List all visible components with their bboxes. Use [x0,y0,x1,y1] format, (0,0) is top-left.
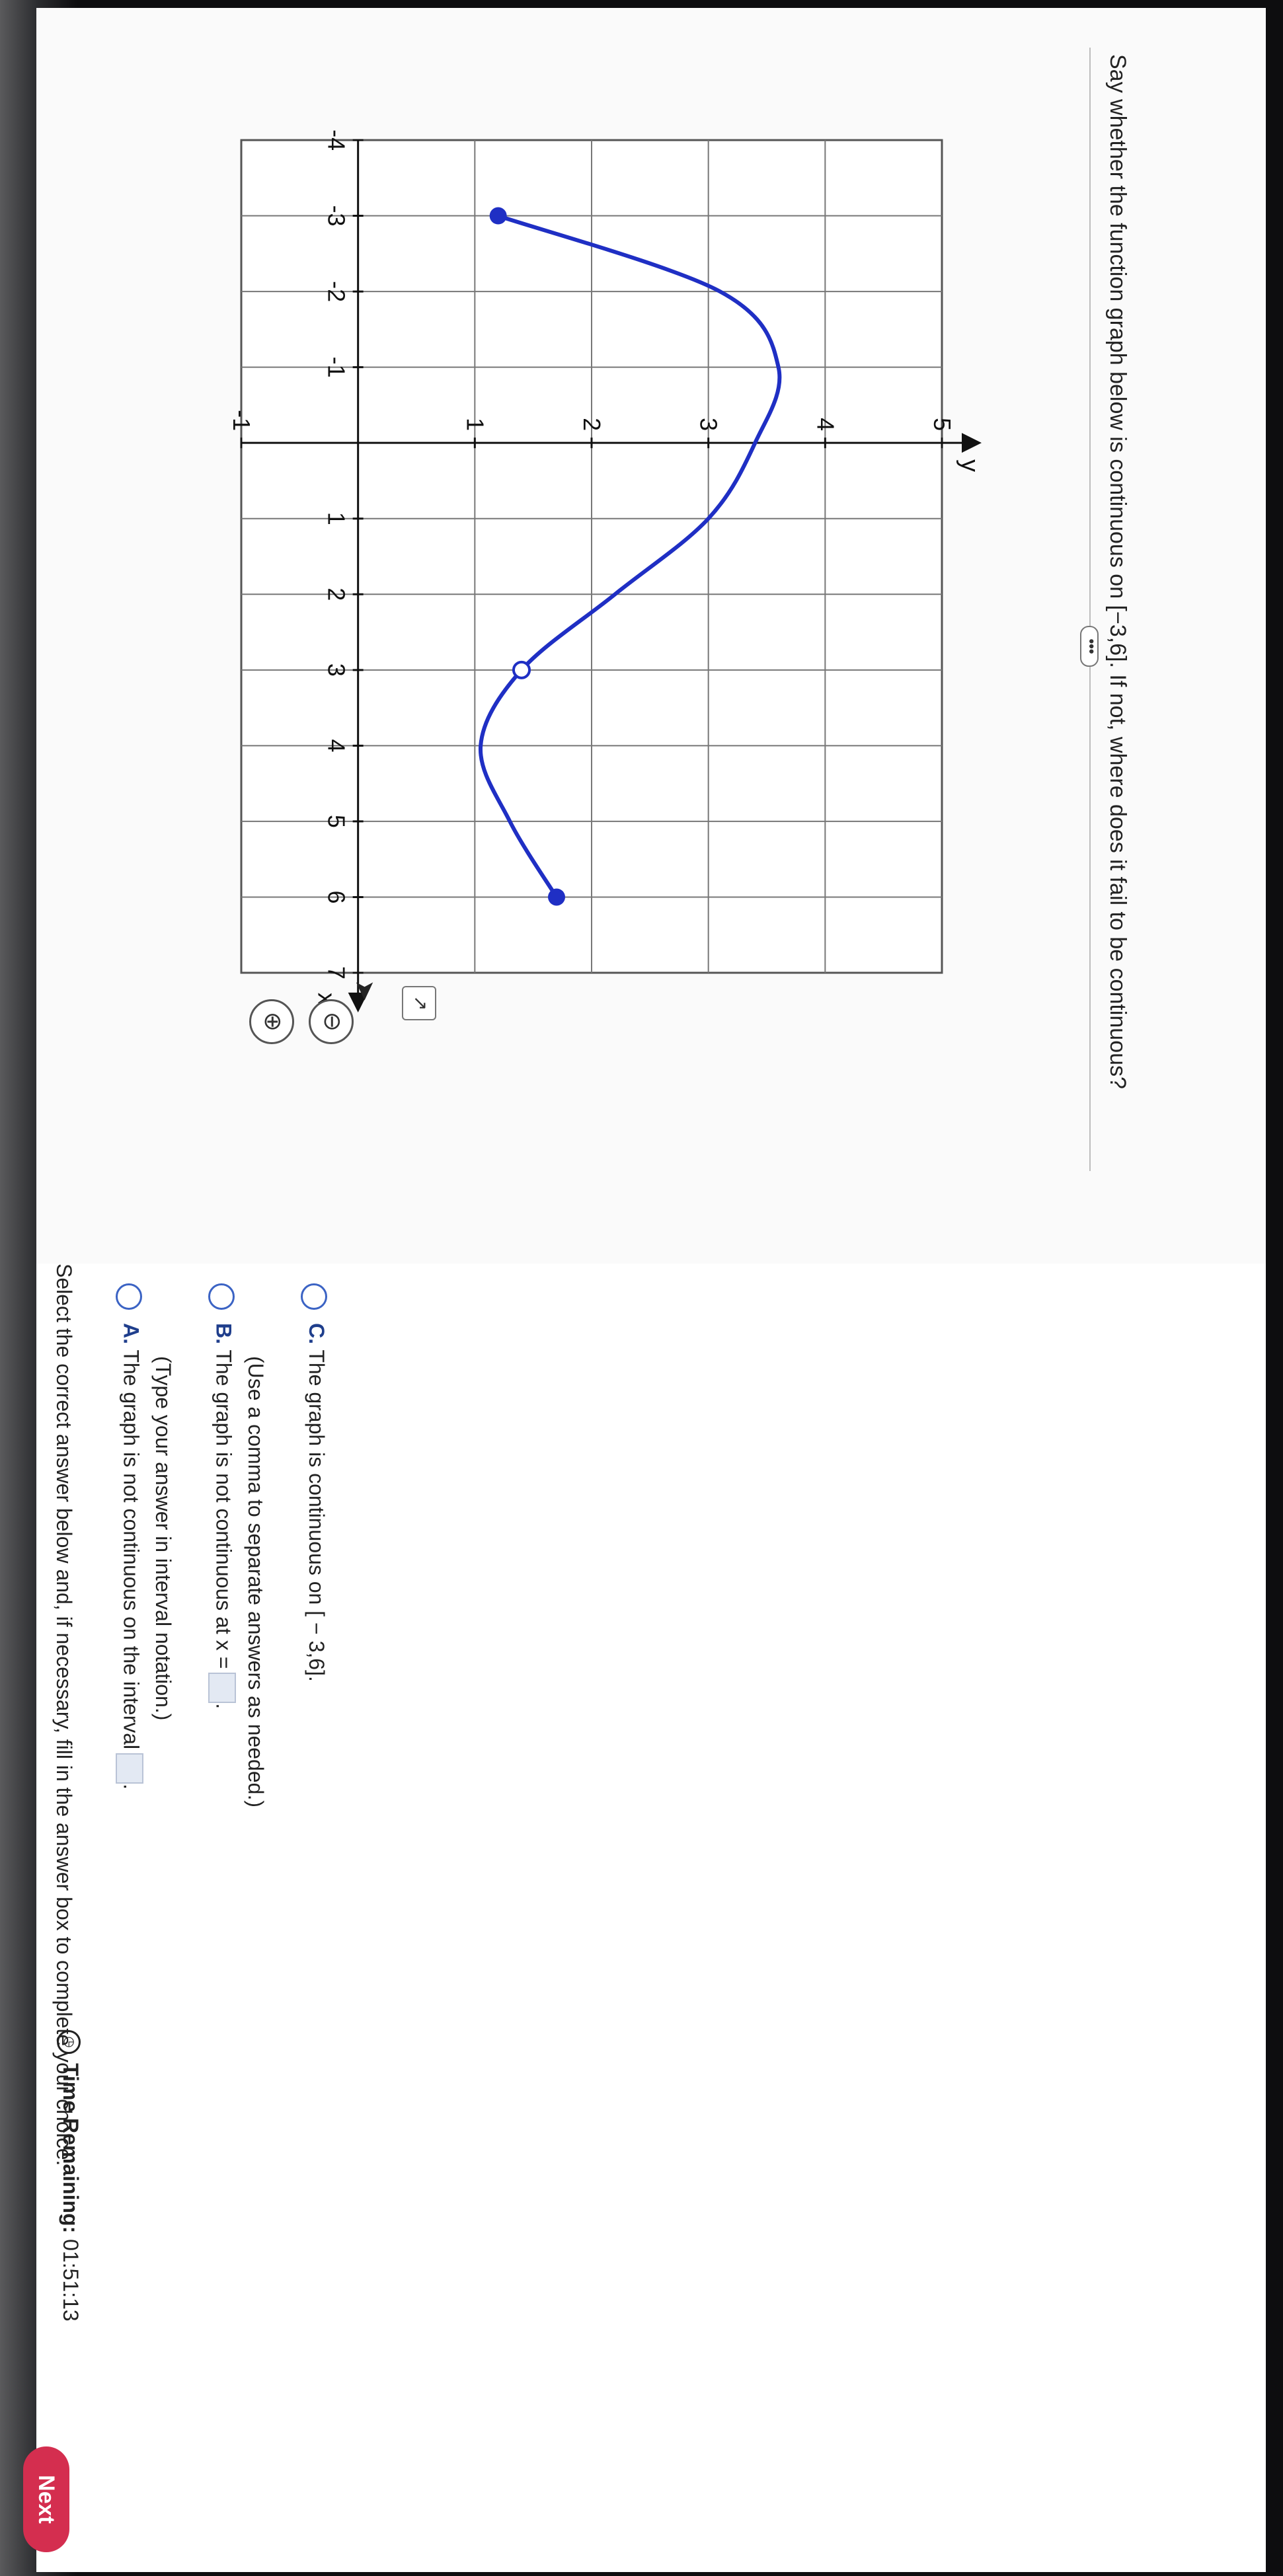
x-tick-label: -1 [323,357,350,378]
x-value-answer-input[interactable] [208,1673,236,1704]
expand-question-button[interactable]: ••• [1080,626,1100,667]
graph-svg: xy-4-3-2-11234567-1 1 2 3 4 5 [228,130,984,1012]
y-tick-label: 1 [461,418,488,431]
x-tick-label: 1 [323,512,350,525]
open-point-hole [512,660,531,679]
x-tick-label: -3 [323,206,350,227]
question-pane: Say whether the function graph below is … [36,8,1266,1264]
choice-a[interactable]: A. The graph is not continuous on the in… [116,1323,143,1790]
y-tick-label: 2 [578,418,605,431]
time-remaining: ◷ Time Remaining: 01:51:13 [57,2030,83,2322]
choice-a-letter: A. [119,1323,143,1344]
choice-a-hint: (Type your answer in interval notation.) [151,1356,175,1721]
clock-icon: ◷ [57,2030,81,2054]
y-axis-label: y [956,459,984,472]
y-axis-arrow-icon [962,433,982,453]
x-tick-label: -2 [323,281,350,302]
choice-a-radio[interactable] [116,1283,142,1310]
choice-b-suffix: . [212,1703,236,1710]
choice-b[interactable]: B. The graph is not continuous at x =. [208,1323,236,1709]
y-tick-label: 5 [929,418,956,431]
choice-c-text: The graph is continuous on [ − 3,6]. [305,1349,329,1682]
timer-label: Time Remaining: [59,2063,83,2234]
timer-value: 01:51:13 [59,2239,83,2322]
y-tick-label: 3 [695,418,722,431]
closed-endpoint [489,207,507,225]
choice-a-text: The graph is not continuous on the inter… [119,1349,143,1750]
next-button[interactable]: Next [23,2446,69,2552]
y-tick-label: -1 [228,410,255,431]
function-graph: x y -4 -3 -2 -1 1 2 3 4 5 6 7 -1 1 2 3 4 5 [169,34,1001,1026]
choice-c-letter: C. [305,1323,329,1344]
interval-answer-input[interactable] [116,1753,143,1784]
choice-b-hint: (Use a comma to separate answers as need… [244,1356,268,1807]
popout-icon[interactable]: ↗ [402,986,436,1020]
x-tick-label: 6 [323,890,350,903]
choice-a-suffix: . [119,1784,143,1790]
choice-c-radio[interactable] [301,1283,327,1310]
x-tick-label: 2 [323,587,350,601]
x-tick-label: -4 [323,130,350,151]
x-tick-label: 4 [323,739,350,752]
screen: Say whether the function graph below is … [0,0,1283,2576]
choice-b-radio[interactable] [208,1283,235,1310]
zoom-in-icon[interactable]: ⊕ [249,999,294,1044]
mouse-cursor-icon: ➤ [350,979,379,1002]
x-tick-label: 5 [323,815,350,828]
choice-c[interactable]: C. The graph is continuous on [ − 3,6]. [304,1323,329,1682]
closed-endpoint [548,888,565,906]
choice-b-letter: B. [212,1323,236,1344]
question-divider [1089,48,1091,1171]
choice-b-text: The graph is not continuous at x = [212,1349,236,1669]
x-tick-label: 7 [323,966,350,979]
y-tick-label: 4 [812,418,839,431]
question-text: Say whether the function graph below is … [1105,54,1130,1089]
zoom-out-icon[interactable]: ⊖ [309,999,354,1044]
x-tick-label: 3 [323,663,350,677]
quiz-page: Say whether the function graph below is … [23,8,1266,2572]
